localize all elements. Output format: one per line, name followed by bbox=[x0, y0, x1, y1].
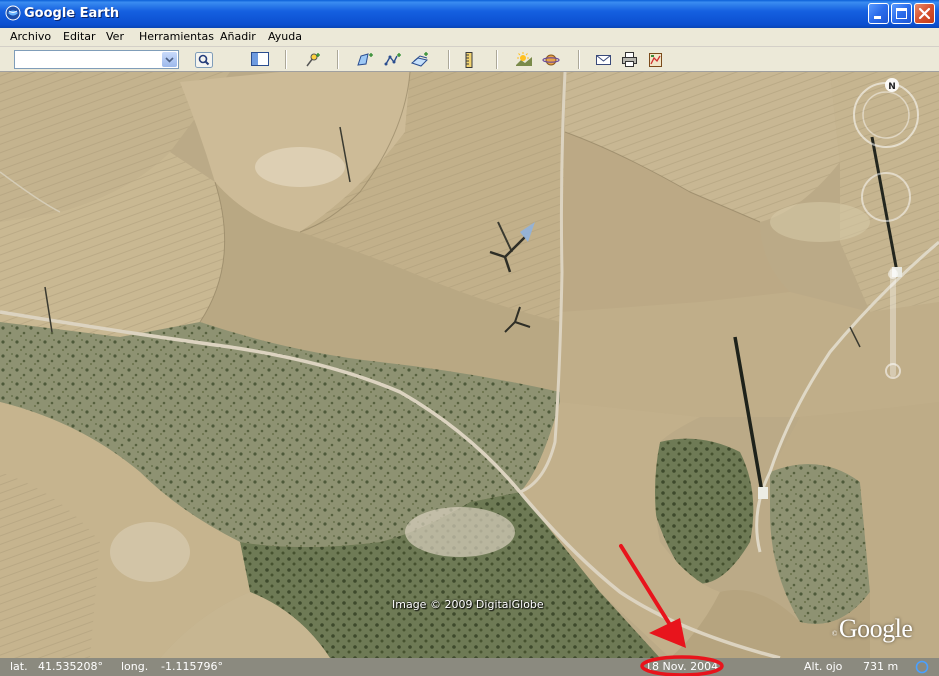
add-image-overlay-button[interactable] bbox=[409, 50, 429, 69]
menu-editar[interactable]: Editar bbox=[63, 30, 96, 43]
streaming-indicator-icon bbox=[915, 660, 929, 674]
move-joystick[interactable] bbox=[861, 172, 911, 222]
image-attribution: Image © 2009 DigitalGlobe bbox=[392, 598, 544, 611]
compass-label: N bbox=[888, 82, 896, 92]
title-bar[interactable]: Google Earth bbox=[0, 0, 939, 28]
maximize-icon bbox=[896, 8, 907, 19]
sunlight-icon bbox=[516, 52, 532, 66]
look-joystick[interactable] bbox=[853, 82, 919, 148]
switch-to-sky-button[interactable] bbox=[540, 50, 560, 69]
search-dropdown-button[interactable] bbox=[162, 52, 177, 67]
ruler-button[interactable] bbox=[462, 50, 482, 69]
sidebar-toggle-icon bbox=[251, 52, 269, 66]
toolbar-separator bbox=[578, 50, 580, 69]
add-path-button[interactable] bbox=[382, 50, 402, 69]
minimize-button[interactable] bbox=[868, 3, 889, 24]
latitude-label: lat. bbox=[10, 660, 28, 673]
search-input[interactable] bbox=[17, 52, 159, 67]
satellite-imagery bbox=[0, 72, 939, 658]
menu-bar: Archivo Editar Ver Herramientas Añadir A… bbox=[0, 28, 939, 47]
email-button[interactable] bbox=[593, 50, 613, 69]
map-viewport[interactable]: N Image © 2009 DigitalGlobe ©Google bbox=[0, 72, 939, 658]
close-button[interactable] bbox=[914, 3, 935, 24]
status-bar: lat. 41.535208° long. -1.115796° 18 Nov.… bbox=[0, 658, 939, 676]
window-title: Google Earth bbox=[24, 6, 120, 21]
toolbar-separator bbox=[337, 50, 339, 69]
view-in-maps-button[interactable] bbox=[645, 50, 665, 69]
google-logo: ©Google bbox=[832, 614, 913, 643]
search-button[interactable] bbox=[193, 50, 213, 69]
eye-altitude-label: Alt. ojo bbox=[804, 660, 843, 673]
menu-ayuda[interactable]: Ayuda bbox=[268, 30, 302, 43]
planets-icon bbox=[542, 54, 560, 66]
search-icon bbox=[195, 52, 213, 68]
imagery-date: 18 Nov. 2004 bbox=[645, 660, 719, 673]
toolbar-separator bbox=[285, 50, 287, 69]
toolbar bbox=[0, 47, 939, 72]
path-icon bbox=[384, 53, 401, 66]
google-logo-text: Google bbox=[838, 614, 913, 643]
maximize-button[interactable] bbox=[891, 3, 912, 24]
menu-ver[interactable]: Ver bbox=[106, 30, 124, 43]
latitude-value: 41.535208° bbox=[38, 660, 103, 673]
sidebar-toggle-button[interactable] bbox=[249, 50, 269, 69]
toolbar-separator bbox=[448, 50, 450, 69]
search-field[interactable] bbox=[14, 50, 179, 69]
eye-altitude-value: 731 m bbox=[863, 660, 899, 673]
menu-anadir[interactable]: Añadir bbox=[220, 30, 256, 43]
print-button[interactable] bbox=[619, 50, 639, 69]
email-icon bbox=[596, 55, 611, 65]
sunlight-button[interactable] bbox=[513, 50, 533, 69]
navigation-controls: N bbox=[853, 78, 919, 379]
compass-north-icon[interactable]: N bbox=[885, 78, 899, 92]
image-overlay-icon bbox=[411, 52, 428, 67]
chevron-down-icon bbox=[165, 57, 174, 63]
toolbar-separator bbox=[496, 50, 498, 69]
longitude-label: long. bbox=[121, 660, 149, 673]
menu-herramientas[interactable]: Herramientas bbox=[139, 30, 214, 43]
add-placemark-button[interactable] bbox=[302, 50, 322, 69]
minimize-icon bbox=[874, 16, 881, 19]
longitude-value: -1.115796° bbox=[161, 660, 223, 673]
menu-archivo[interactable]: Archivo bbox=[10, 30, 51, 43]
google-earth-logo-icon bbox=[5, 5, 21, 21]
zoom-slider[interactable] bbox=[885, 267, 901, 379]
print-icon bbox=[622, 52, 637, 67]
view-in-maps-icon bbox=[649, 53, 662, 67]
polygon-icon bbox=[357, 53, 373, 66]
ruler-icon bbox=[465, 52, 473, 68]
close-icon bbox=[918, 7, 931, 20]
placemark-icon bbox=[306, 53, 320, 67]
add-polygon-button[interactable] bbox=[354, 50, 374, 69]
